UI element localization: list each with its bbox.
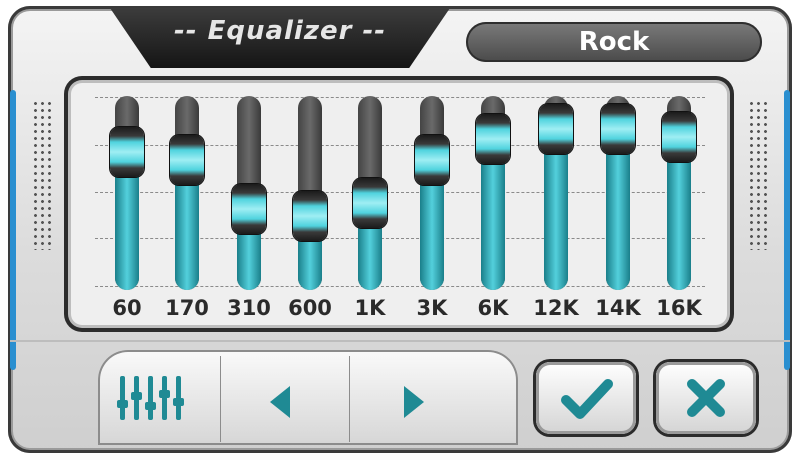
band-knob-170[interactable] xyxy=(170,135,204,185)
band-knob-12k[interactable] xyxy=(539,104,573,154)
preset-selector[interactable]: Rock xyxy=(466,22,762,62)
band-label: 1K xyxy=(354,296,386,320)
band-knob-600[interactable] xyxy=(293,191,327,241)
band-label: 12K xyxy=(533,296,579,320)
band-knob-14k[interactable] xyxy=(601,104,635,154)
band-track-170[interactable] xyxy=(175,96,199,290)
band-label: 310 xyxy=(227,296,271,320)
band-label: 6K xyxy=(477,296,509,320)
equalizer-window: -- Equalizer -- Rock 60 170 310 600 1K 3K 6K 12… xyxy=(0,0,800,459)
band-label: 3K xyxy=(416,296,448,320)
band-knob-310[interactable] xyxy=(232,184,266,234)
band-label: 14K xyxy=(595,296,641,320)
band-track-60[interactable] xyxy=(115,96,139,290)
band-label: 16K xyxy=(656,296,702,320)
x-mark-icon xyxy=(687,379,725,417)
page-title: -- Equalizer -- xyxy=(173,16,387,46)
band-label: 60 xyxy=(112,296,142,320)
confirm-button[interactable] xyxy=(536,362,636,434)
band-knob-3k[interactable] xyxy=(415,135,449,185)
left-speaker-grille xyxy=(32,100,54,250)
band-knob-60[interactable] xyxy=(110,127,144,177)
triangle-left-icon xyxy=(270,386,290,418)
equalizer-sliders-icon xyxy=(114,372,190,424)
band-label: 170 xyxy=(165,296,209,320)
triangle-right-icon xyxy=(404,386,424,418)
cancel-button[interactable] xyxy=(656,362,756,434)
panel-divider xyxy=(10,340,790,342)
band-track-3k[interactable] xyxy=(420,96,444,290)
right-side-accent xyxy=(784,90,790,370)
band-knob-16k[interactable] xyxy=(662,112,696,162)
left-side-accent xyxy=(10,90,16,370)
next-preset-button[interactable] xyxy=(350,350,518,445)
band-knob-1k[interactable] xyxy=(353,178,387,228)
band-label: 600 xyxy=(288,296,332,320)
band-knob-6k[interactable] xyxy=(476,114,510,164)
right-speaker-grille xyxy=(748,100,770,250)
checkmark-icon xyxy=(561,379,613,419)
